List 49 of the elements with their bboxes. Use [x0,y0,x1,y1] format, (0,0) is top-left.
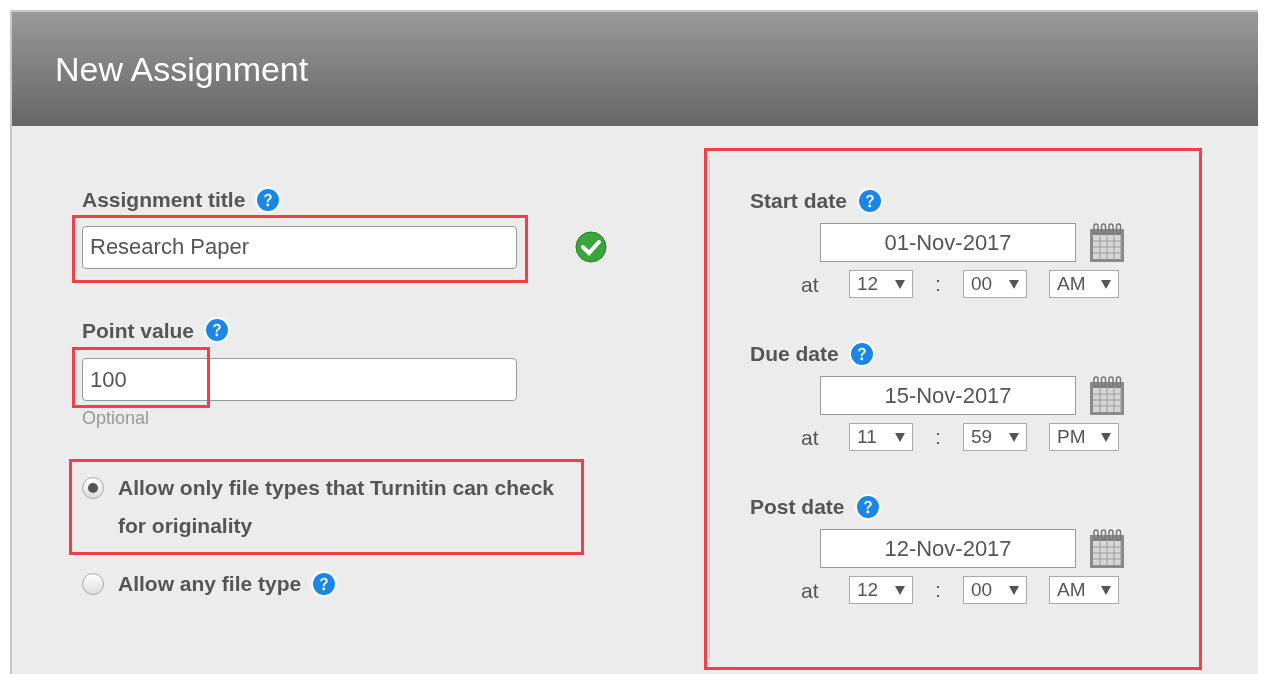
help-icon[interactable] [255,186,282,213]
dropdown[interactable]: 11 [849,423,913,452]
radio-button[interactable] [82,477,104,499]
date-field[interactable]: 12-Nov-2017 [820,529,1076,568]
field-label: Point value [82,317,195,344]
dropdown[interactable]: 00 [963,270,1027,299]
caret-icon [895,432,905,442]
calendar-icon[interactable] [1089,375,1125,416]
help-icon[interactable] [856,187,883,214]
point-field[interactable]: 100 [82,358,517,401]
at-label: at [801,271,820,298]
dialog-title: New Assignment [55,48,309,90]
dropdown[interactable]: PM [1049,423,1119,452]
dropdown[interactable]: AM [1049,270,1119,299]
date-field[interactable]: 15-Nov-2017 [820,376,1076,415]
at-label: at [801,577,820,604]
caret-icon [1009,585,1019,595]
caret-icon [1101,585,1111,595]
caret-icon [895,279,905,289]
caret-icon [895,585,905,595]
field-label: Start date [750,188,847,214]
dropdown[interactable]: 12 [849,270,913,299]
calendar-icon[interactable] [1089,528,1125,569]
dropdown[interactable]: 12 [849,576,913,605]
help-icon[interactable] [204,317,231,344]
caret-icon [1101,432,1111,442]
field-label: Post date [750,494,845,520]
time-separator: : [934,578,942,604]
hint-text: Optional [82,409,151,427]
help-icon[interactable] [848,340,875,367]
help-icon[interactable] [854,493,881,520]
time-separator: : [934,272,942,298]
caret-icon [1009,279,1019,289]
dropdown[interactable]: 59 [963,423,1027,452]
field-label: Due date [750,341,839,367]
at-label: at [801,424,820,451]
calendar-icon[interactable] [1089,222,1125,263]
caret-icon [1009,432,1019,442]
radio-button[interactable] [82,573,104,595]
caret-icon [1101,279,1111,289]
dropdown[interactable]: 00 [963,576,1027,605]
title-field[interactable]: Research Paper [82,225,517,269]
dropdown[interactable]: AM [1049,576,1119,605]
time-separator: : [934,425,942,451]
option-label: Allow only file types that Turnitin can check for originality [118,475,556,539]
date-field[interactable]: 01-Nov-2017 [820,223,1076,262]
field-label: Assignment title [82,187,246,213]
option-label: Allow any file type [118,571,302,597]
help-icon[interactable] [311,571,338,597]
